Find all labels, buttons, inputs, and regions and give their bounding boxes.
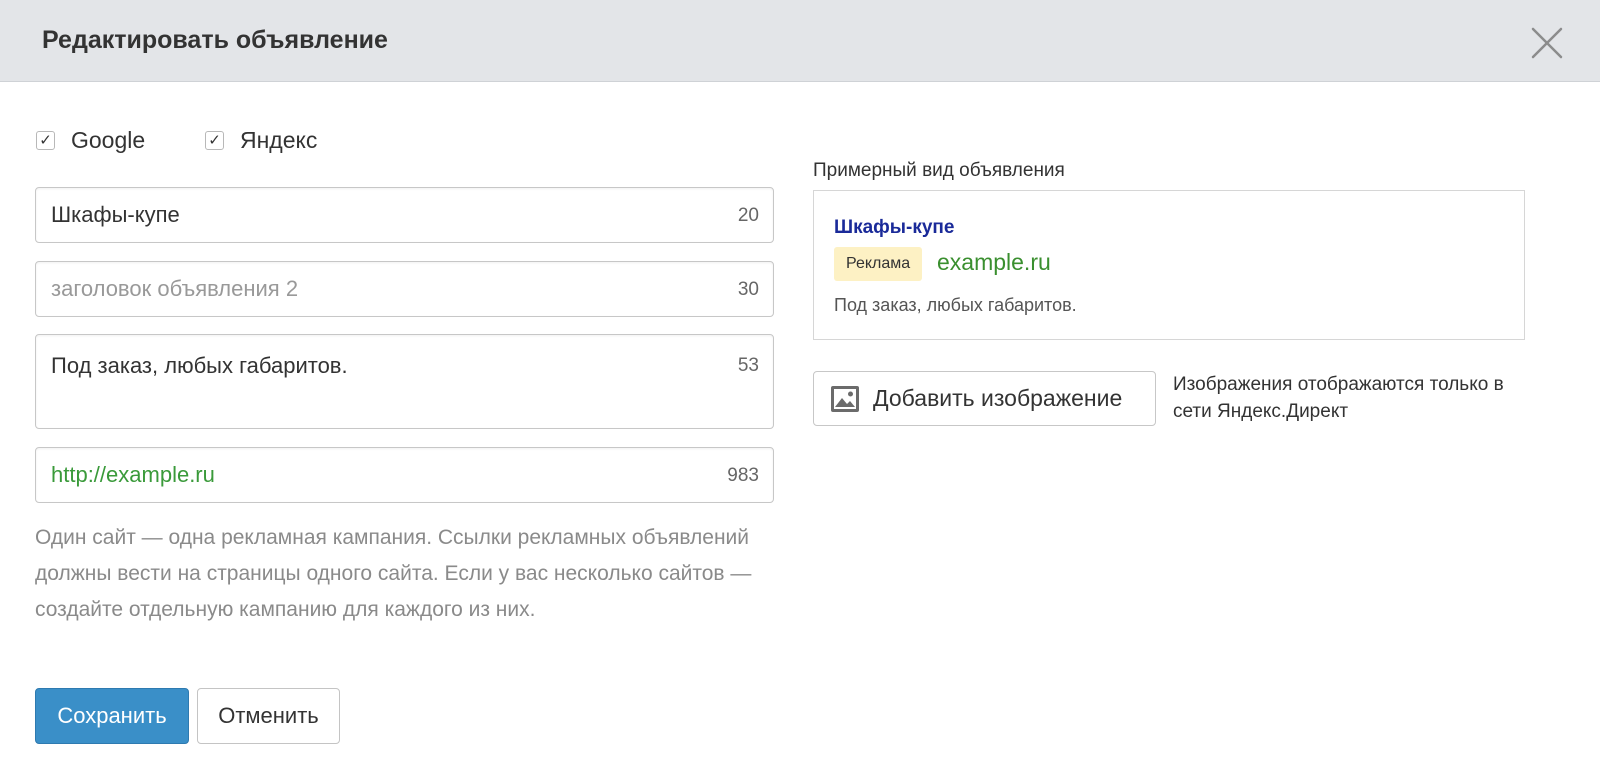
checkbox-google[interactable]: ✓ Google: [36, 125, 145, 155]
preview-title: Шкафы-купе: [834, 217, 955, 238]
checkbox-google-box[interactable]: ✓: [36, 130, 55, 150]
checkbox-google-label: Google: [71, 126, 146, 153]
checkbox-yandex[interactable]: ✓ Яндекс: [205, 125, 317, 155]
ad-badge: Реклама: [834, 247, 923, 281]
save-button[interactable]: Сохранить: [35, 688, 189, 744]
title2-placeholder: заголовок объявления 2: [51, 276, 299, 301]
add-image-button[interactable]: Добавить изображение: [813, 371, 1156, 426]
image-note: Изображения отображаются только в сети Я…: [1173, 374, 1504, 422]
title1-input[interactable]: Шкафы-купе 20: [35, 187, 774, 243]
cancel-button[interactable]: Отменить: [197, 688, 340, 744]
close-icon: [1531, 27, 1563, 59]
url-value: http://example.ru: [51, 462, 215, 487]
one-site-hint: Один сайт — одна рекламная кампания. Ссы…: [35, 526, 752, 621]
preview-label: Примерный вид объявления: [813, 160, 1065, 181]
add-image-label: Добавить изображение: [873, 385, 1123, 411]
title2-input[interactable]: заголовок объявления 2 30: [35, 261, 774, 317]
close-button[interactable]: [1530, 26, 1564, 60]
url-char-count: 983: [727, 465, 759, 486]
dialog-title: Редактировать объявление: [42, 26, 388, 54]
preview-text: Под заказ, любых габаритов.: [834, 295, 1077, 315]
title1-char-count: 20: [737, 205, 759, 226]
image-icon: [831, 385, 859, 412]
title1-value: Шкафы-купе: [51, 202, 180, 227]
ad-text-input[interactable]: Под заказ, любых габаритов. 53: [35, 334, 774, 429]
title2-char-count: 30: [737, 279, 759, 300]
ad-text-value: Под заказ, любых габаритов.: [51, 353, 348, 378]
dialog-header: Редактировать объявление: [0, 0, 1600, 82]
checkbox-yandex-label: Яндекс: [240, 126, 318, 153]
ad-text-char-count: 53: [737, 355, 759, 376]
checkbox-yandex-box[interactable]: ✓: [205, 130, 224, 150]
edit-ad-dialog: Редактировать объявление ✓ Google ✓ Янде…: [0, 0, 1600, 761]
ad-preview: Шкафы-купе Реклама example.ru Под заказ,…: [813, 190, 1525, 340]
url-input[interactable]: http://example.ru 983: [35, 447, 774, 503]
preview-domain: example.ru: [937, 249, 1051, 275]
